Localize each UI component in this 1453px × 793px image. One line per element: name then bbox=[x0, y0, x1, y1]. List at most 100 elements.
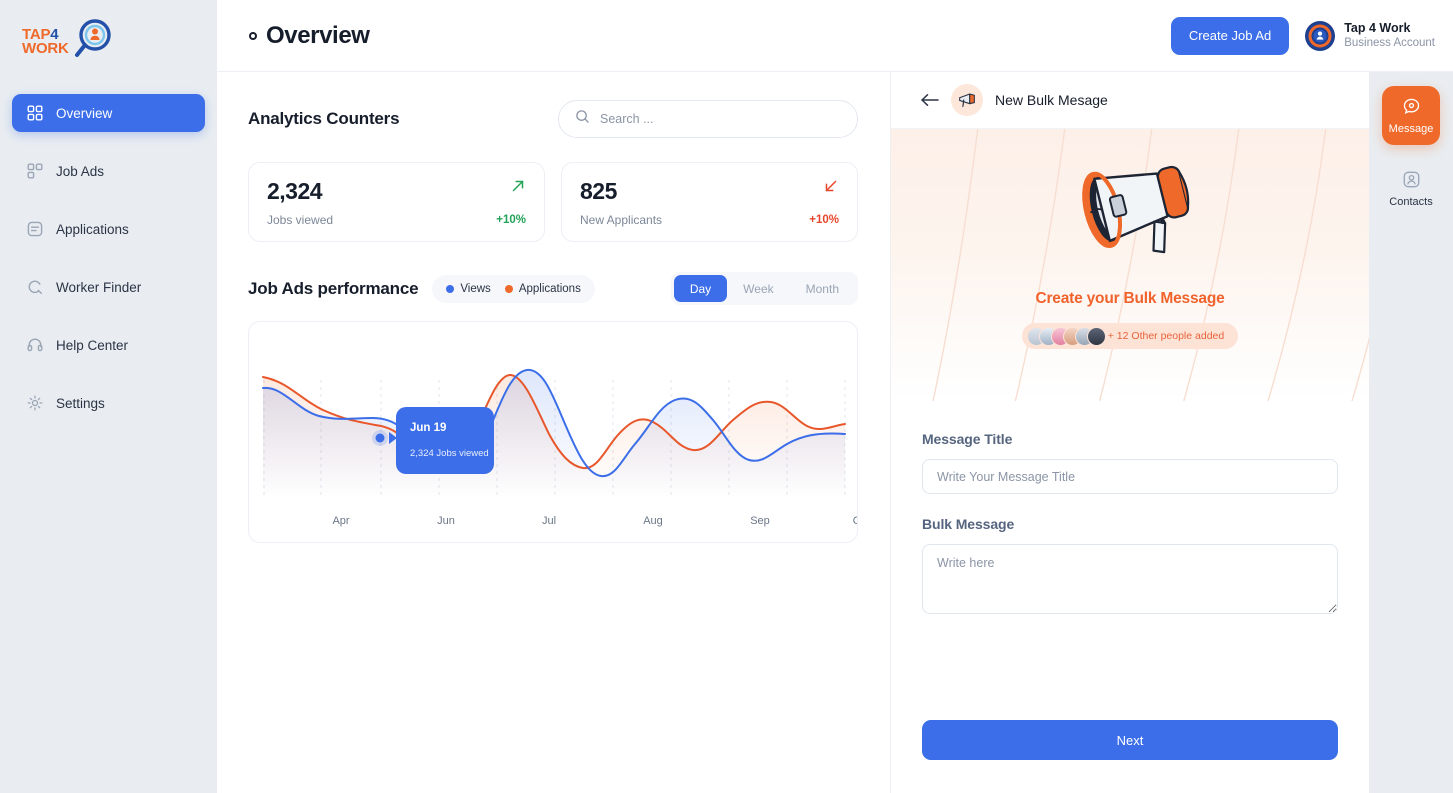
sidebar-item-label: Applications bbox=[56, 221, 129, 237]
chart-tooltip: Jun 19 2,324 Jobs viewed bbox=[389, 407, 494, 474]
brand-logo[interactable]: TAP4 WORK bbox=[0, 0, 217, 72]
right-rail: Message Contacts bbox=[1369, 72, 1453, 793]
legend-label: Views bbox=[460, 282, 491, 295]
page-title-text: Overview bbox=[266, 21, 370, 49]
headset-icon bbox=[26, 336, 44, 354]
kpi-value: 825 bbox=[580, 178, 617, 204]
message-form: Message Title Bulk Message Next bbox=[891, 401, 1369, 793]
legend-label: Applications bbox=[518, 282, 581, 295]
create-job-ad-button[interactable]: Create Job Ad bbox=[1170, 16, 1290, 55]
logo-line-2: WORK bbox=[22, 40, 69, 57]
search-icon bbox=[575, 109, 590, 129]
performance-chart-card[interactable]: Apr Jun Jul Aug Sep O Jun 19 2,3 bbox=[248, 321, 858, 543]
sidebar-nav: Overview Job Ads Applications Worker Fin… bbox=[0, 94, 217, 422]
sidebar-item-applications[interactable]: Applications bbox=[12, 210, 205, 248]
next-button[interactable]: Next bbox=[922, 720, 1338, 760]
sidebar-item-help-center[interactable]: Help Center bbox=[12, 326, 205, 364]
range-day-button[interactable]: Day bbox=[673, 275, 728, 302]
performance-chart[interactable]: Apr Jun Jul Aug Sep O Jun 19 2,3 bbox=[249, 322, 858, 542]
tooltip-detail: 2,324 Jobs viewed bbox=[410, 448, 489, 459]
sidebar-item-label: Help Center bbox=[56, 337, 129, 353]
search-person-icon bbox=[26, 278, 44, 296]
sidebar-item-worker-finder[interactable]: Worker Finder bbox=[12, 268, 205, 306]
search-input[interactable] bbox=[600, 112, 841, 126]
contact-icon bbox=[1402, 170, 1421, 189]
chart-x-tick: Apr bbox=[332, 515, 349, 527]
avatar bbox=[1305, 20, 1336, 51]
chat-bubble-icon bbox=[1402, 97, 1421, 116]
account-type: Business Account bbox=[1344, 37, 1435, 50]
range-week-button[interactable]: Week bbox=[727, 275, 789, 302]
kpi-value: 2,324 bbox=[267, 178, 323, 204]
message-panel-header: New Bulk Mesage bbox=[891, 72, 1369, 129]
hero-title: Create your Bulk Message bbox=[1035, 290, 1225, 307]
bulk-message-label: Bulk Message bbox=[922, 516, 1015, 532]
bulk-message-textarea[interactable] bbox=[922, 544, 1338, 614]
message-panel-main: New Bulk Mesage Create your Bulk Message… bbox=[891, 72, 1369, 793]
job-ads-icon bbox=[26, 162, 44, 180]
chart-legend: Views Applications bbox=[432, 274, 595, 303]
title-dot-icon bbox=[249, 31, 257, 40]
message-title-label: Message Title bbox=[922, 431, 1013, 447]
rail-item-message[interactable]: Message bbox=[1382, 86, 1440, 145]
people-added-label: + 12 Other people added bbox=[1107, 330, 1225, 342]
chart-x-tick: Aug bbox=[643, 515, 663, 527]
sidebar-item-label: Job Ads bbox=[56, 163, 105, 179]
range-month-button[interactable]: Month bbox=[790, 275, 855, 302]
sidebar-item-job-ads[interactable]: Job Ads bbox=[12, 152, 205, 190]
chart-x-tick: Sep bbox=[750, 515, 770, 527]
dashboard-pane: Analytics Counters 2,324 bbox=[217, 72, 890, 793]
message-panel: New Bulk Mesage Create your Bulk Message… bbox=[890, 72, 1453, 793]
people-added-pill[interactable]: + 12 Other people added bbox=[1021, 323, 1239, 349]
performance-title: Job Ads performance bbox=[248, 278, 419, 298]
message-hero: Create your Bulk Message + 12 Other peop bbox=[891, 129, 1369, 401]
document-icon bbox=[26, 220, 44, 238]
main-column: Overview Create Job Ad Tap 4 Work Busine… bbox=[217, 0, 1453, 793]
kpi-card-jobs-viewed: 2,324 Jobs viewed +10% bbox=[248, 162, 545, 242]
chart-x-tick: O bbox=[853, 515, 858, 527]
chart-highlight-point bbox=[375, 433, 385, 443]
grid-icon bbox=[26, 104, 44, 122]
avatar bbox=[1086, 326, 1106, 346]
account-menu[interactable]: Tap 4 Work Business Account bbox=[1305, 20, 1435, 51]
legend-item-views: Views bbox=[446, 282, 491, 295]
gear-icon bbox=[26, 394, 44, 412]
page-title: Overview bbox=[249, 22, 370, 50]
sidebar-item-settings[interactable]: Settings bbox=[12, 384, 205, 422]
analytics-title: Analytics Counters bbox=[248, 109, 400, 128]
performance-header: Job Ads performance Views Applications D… bbox=[248, 272, 858, 305]
search-box[interactable] bbox=[558, 100, 858, 138]
chart-x-labels: Apr Jun Jul Aug Sep O bbox=[332, 515, 858, 527]
app-root: TAP4 WORK Overview Job Ads Applications … bbox=[0, 0, 1453, 793]
message-title-input[interactable] bbox=[922, 459, 1338, 494]
content-area: Analytics Counters 2,324 bbox=[217, 72, 1453, 793]
magnifier-person-icon bbox=[69, 17, 115, 68]
avatar-stack bbox=[1026, 326, 1106, 346]
kpi-label: New Applicants bbox=[580, 213, 663, 227]
trend-up-icon bbox=[510, 178, 526, 199]
megaphone-avatar-icon bbox=[951, 84, 983, 116]
chart-x-tick: Jun bbox=[437, 515, 455, 527]
top-bar: Overview Create Job Ad Tap 4 Work Busine… bbox=[217, 0, 1453, 72]
chart-x-tick: Jul bbox=[542, 515, 556, 527]
kpi-card-new-applicants: 825 New Applicants +10% bbox=[561, 162, 858, 242]
kpi-cards: 2,324 Jobs viewed +10% 825 New Applicant… bbox=[248, 162, 858, 242]
kpi-label: Jobs viewed bbox=[267, 213, 334, 227]
sidebar: TAP4 WORK Overview Job Ads Applications … bbox=[0, 0, 217, 793]
tooltip-date: Jun 19 bbox=[410, 422, 446, 434]
sidebar-item-overview[interactable]: Overview bbox=[12, 94, 205, 132]
legend-item-applications: Applications bbox=[504, 282, 581, 295]
legend-dot-views bbox=[446, 284, 455, 293]
trend-down-icon bbox=[823, 178, 839, 199]
top-bar-right: Create Job Ad Tap 4 Work Business Accoun… bbox=[1170, 16, 1435, 55]
kpi-change: +10% bbox=[809, 214, 839, 226]
rail-item-contacts[interactable]: Contacts bbox=[1382, 159, 1440, 218]
analytics-header: Analytics Counters bbox=[248, 100, 858, 138]
sidebar-item-label: Worker Finder bbox=[56, 279, 142, 295]
megaphone-illustration bbox=[1068, 151, 1193, 276]
rail-item-label: Message bbox=[1388, 123, 1434, 135]
range-toggle: Day Week Month bbox=[670, 272, 858, 305]
rail-item-label: Contacts bbox=[1389, 196, 1433, 208]
back-arrow-icon[interactable] bbox=[921, 93, 939, 107]
sidebar-item-label: Settings bbox=[56, 395, 105, 411]
